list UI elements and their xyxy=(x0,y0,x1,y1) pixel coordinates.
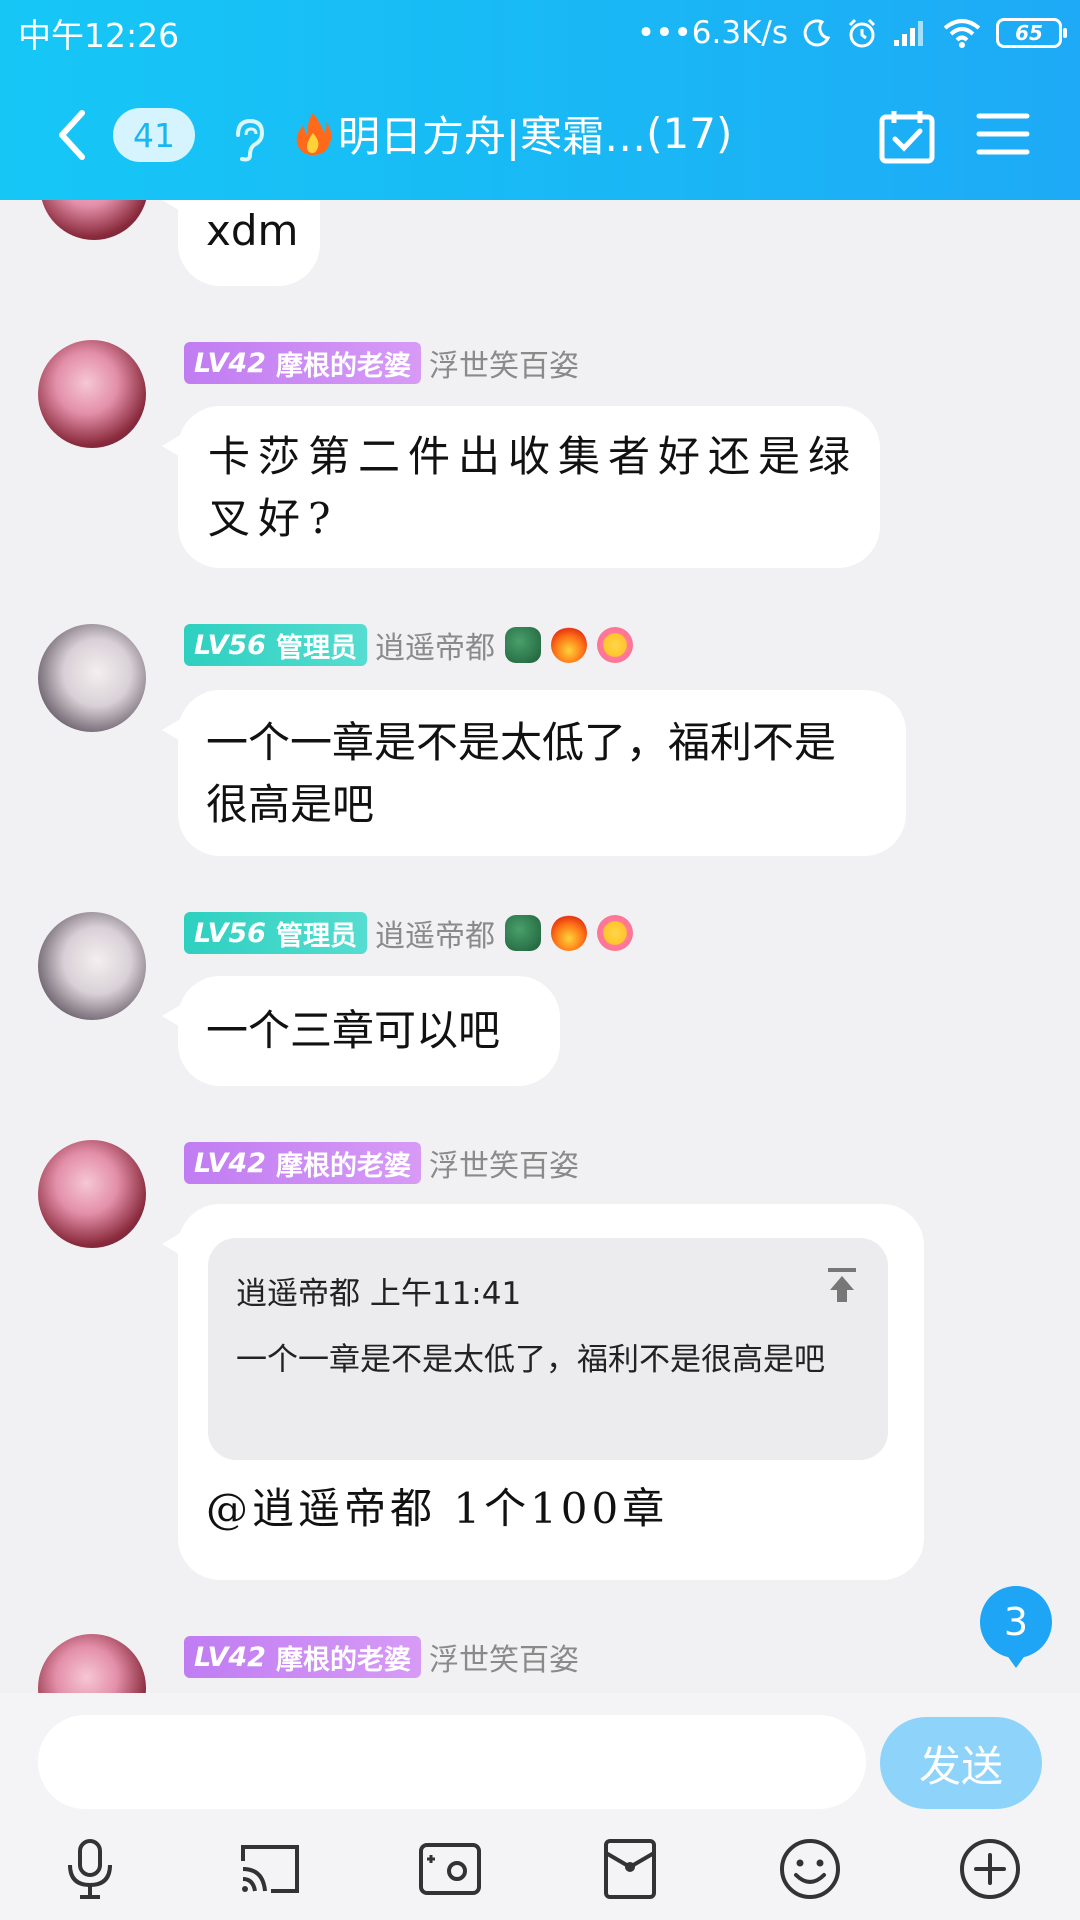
sender-nickname[interactable]: 浮世笑百姿 xyxy=(429,341,579,385)
level-badge: LV56 管理员 xyxy=(184,624,367,666)
new-message-badge[interactable]: 3 xyxy=(980,1586,1052,1668)
level-badge: LV42 摩根的老婆 xyxy=(184,1142,421,1184)
message-list[interactable]: xdm LV42 摩根的老婆 浮世笑百姿 卡莎第二件出收集者好还是绿叉好? LV5… xyxy=(0,200,1080,1693)
chat-header: 中午12:26 •••6.3K/s 65 41 明日方舟|寒霜… (17) xyxy=(0,0,1080,200)
ear-icon[interactable] xyxy=(228,115,268,163)
network-speed: •••6.3K/s xyxy=(636,15,788,51)
navigation-bar: 41 明日方舟|寒霜… (17) xyxy=(0,95,1080,175)
flower-badge-icon xyxy=(596,915,633,951)
fire-badge-icon xyxy=(550,915,587,951)
avatar[interactable] xyxy=(40,200,148,240)
avatar[interactable] xyxy=(38,1140,146,1248)
message-bubble[interactable]: 逍遥帝都 上午11:41 一个一章是不是太低了，福利不是很高是吧 @逍遥帝都 1… xyxy=(162,1204,924,1580)
red-packet-icon[interactable] xyxy=(594,1833,666,1905)
message-bubble[interactable]: 一个三章可以吧 xyxy=(162,976,560,1086)
message-bubble[interactable]: 卡莎第二件出收集者好还是绿叉好? xyxy=(162,406,880,568)
screen-cast-icon[interactable] xyxy=(234,1833,306,1905)
sender-meta: LV42 摩根的老婆 浮世笑百姿 xyxy=(184,342,579,384)
dragon-badge-icon xyxy=(504,915,541,951)
plus-icon[interactable] xyxy=(954,1833,1026,1905)
sender-nickname[interactable]: 浮世笑百姿 xyxy=(429,1635,579,1679)
status-bar: 中午12:26 •••6.3K/s 65 xyxy=(18,10,1067,56)
message-bubble[interactable]: 一个一章是不是太低了，福利不是很高是吧 xyxy=(162,690,906,856)
sender-meta: LV56 管理员 逍遥帝都 xyxy=(184,624,633,666)
quoted-message[interactable]: 逍遥帝都 上午11:41 一个一章是不是太低了，福利不是很高是吧 xyxy=(208,1238,888,1460)
back-button[interactable] xyxy=(48,105,98,165)
message-text: 一个三章可以吧 xyxy=(206,1006,501,1055)
avatar[interactable] xyxy=(38,912,146,1020)
unread-count-badge[interactable]: 41 xyxy=(113,108,195,162)
signal-icon xyxy=(892,18,928,48)
wifi-icon xyxy=(942,18,982,48)
fire-icon xyxy=(292,111,334,157)
message-input[interactable] xyxy=(38,1715,866,1809)
input-toolbar xyxy=(0,1833,1080,1913)
moon-icon xyxy=(802,18,832,48)
message-text: xdm xyxy=(206,206,299,255)
message-text: @逍遥帝都 1个100章 xyxy=(206,1484,669,1533)
group-name: 明日方舟|寒霜… xyxy=(338,112,647,161)
avatar[interactable] xyxy=(38,340,146,448)
avatar[interactable] xyxy=(38,624,146,732)
fire-badge-icon xyxy=(550,627,587,663)
message-bubble[interactable]: xdm xyxy=(162,200,320,286)
alarm-icon xyxy=(846,17,878,49)
send-button[interactable]: 发送 xyxy=(880,1717,1042,1809)
quote-author-time: 逍遥帝都 上午11:41 xyxy=(236,1276,522,1312)
group-title[interactable]: 明日方舟|寒霜… (17) xyxy=(292,103,732,164)
message-text: 一个一章是不是太低了，福利不是很高是吧 xyxy=(206,718,837,829)
photo-icon[interactable] xyxy=(414,1833,486,1905)
sender-meta: LV42 摩根的老婆 浮世笑百姿 xyxy=(184,1142,579,1184)
sender-nickname[interactable]: 逍遥帝都 xyxy=(375,623,495,667)
sender-meta: LV42 摩根的老婆 浮世笑百姿 xyxy=(184,1636,579,1678)
flower-badge-icon xyxy=(596,627,633,663)
status-time: 中午12:26 xyxy=(18,16,180,55)
sender-meta: LV56 管理员 逍遥帝都 xyxy=(184,912,633,954)
calendar-check-icon[interactable] xyxy=(878,107,936,165)
level-badge: LV42 摩根的老婆 xyxy=(184,342,421,384)
sender-nickname[interactable]: 逍遥帝都 xyxy=(375,911,495,955)
dragon-badge-icon xyxy=(504,627,541,663)
microphone-icon[interactable] xyxy=(54,1833,126,1905)
input-bar: 发送 xyxy=(0,1693,1080,1920)
menu-icon[interactable] xyxy=(976,111,1030,157)
level-badge: LV56 管理员 xyxy=(184,912,367,954)
emoji-icon[interactable] xyxy=(774,1833,846,1905)
jump-to-top-icon[interactable] xyxy=(822,1266,862,1306)
avatar[interactable] xyxy=(38,1634,146,1693)
level-badge: LV42 摩根的老婆 xyxy=(184,1636,421,1678)
sender-nickname[interactable]: 浮世笑百姿 xyxy=(429,1141,579,1185)
quote-text: 一个一章是不是太低了，福利不是很高是吧 xyxy=(236,1342,825,1378)
message-text: 卡莎第二件出收集者好还是绿叉好? xyxy=(208,432,859,543)
member-count: (17) xyxy=(646,109,733,158)
battery-icon: 65 xyxy=(996,18,1067,48)
